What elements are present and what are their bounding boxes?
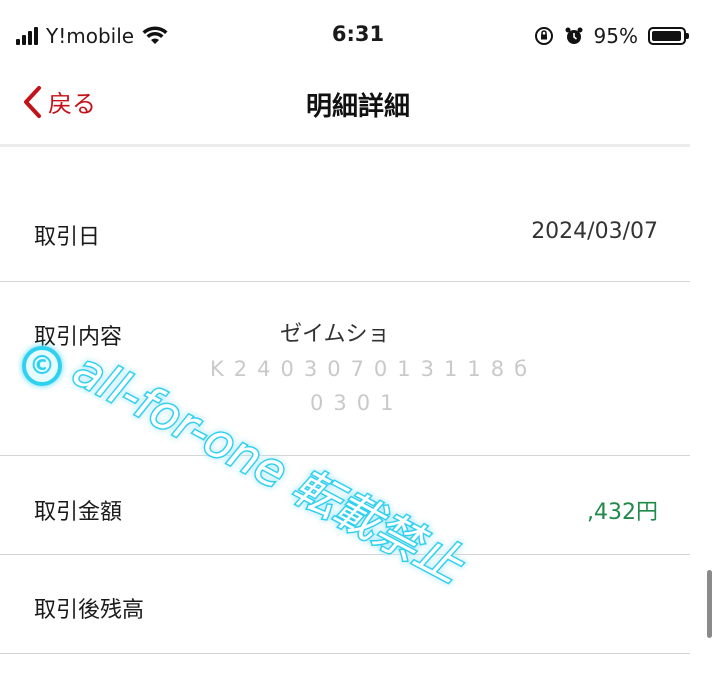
page-title: 明細詳細 bbox=[305, 92, 410, 122]
balance-label: 取引後残高 bbox=[34, 598, 145, 623]
divider bbox=[0, 554, 690, 555]
divider bbox=[0, 653, 690, 654]
watermark-copyright-symbol: © bbox=[29, 351, 55, 381]
status-bar: Y!mobile 6:31 95% bbox=[0, 0, 716, 78]
amount-label: 取引金額 bbox=[34, 500, 123, 525]
alarm-icon bbox=[565, 27, 583, 44]
date-label: 取引日 bbox=[34, 225, 101, 250]
scrollbar[interactable] bbox=[707, 570, 712, 638]
divider bbox=[0, 455, 690, 456]
detail-row-date: 取引日 2024/03/07 bbox=[0, 215, 690, 255]
navigation-bar: 戻る 明細詳細 bbox=[0, 78, 716, 142]
battery-fill bbox=[652, 31, 681, 41]
orientation-lock-icon bbox=[534, 27, 553, 45]
content-label: 取引内容 bbox=[34, 325, 123, 350]
description-line-3: 0301 bbox=[310, 391, 404, 415]
battery-icon bbox=[648, 27, 689, 45]
battery-percent: 95% bbox=[593, 24, 638, 48]
status-right: 95% bbox=[534, 24, 689, 48]
description-line-2: K240307013118б bbox=[210, 357, 538, 381]
divider bbox=[0, 281, 690, 282]
amount-value: ,432円 bbox=[587, 500, 658, 525]
detail-row-amount: 取引金額 ,432円 bbox=[0, 490, 690, 530]
date-value: 2024/03/07 bbox=[531, 219, 658, 244]
nav-divider bbox=[0, 144, 690, 147]
description-line-1: ゼイムショ bbox=[280, 322, 390, 347]
detail-row-balance: 取引後残高 bbox=[0, 588, 690, 628]
transaction-description: ゼイムショ K240307013118б 0301 bbox=[210, 318, 537, 420]
